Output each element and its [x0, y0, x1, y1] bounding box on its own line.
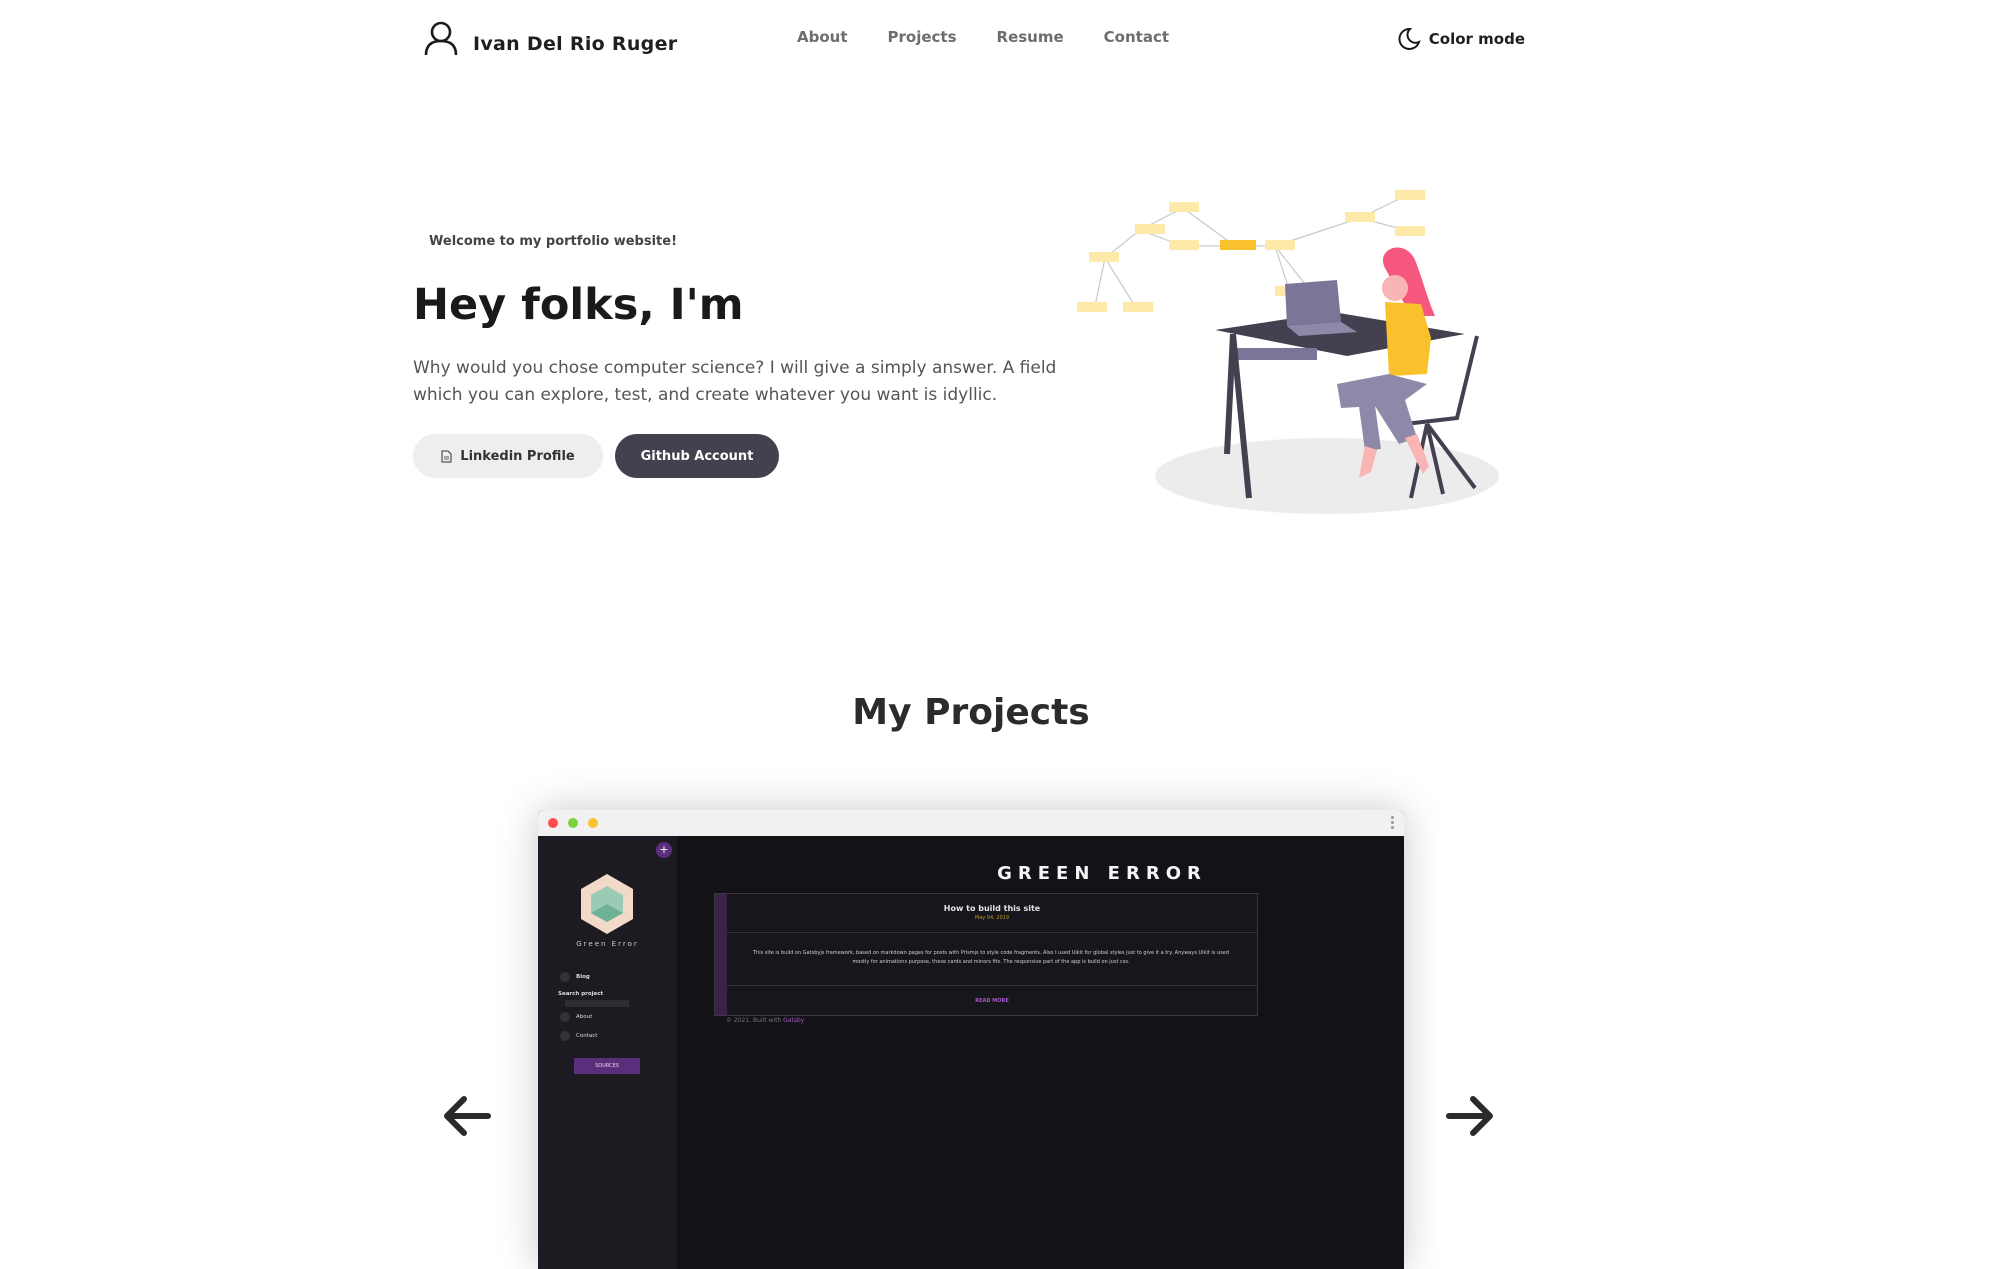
- screenshot-brand: Green Error: [576, 940, 639, 948]
- linkedin-profile-button[interactable]: Linkedin Profile: [413, 434, 603, 478]
- github-account-button[interactable]: Github Account: [615, 434, 779, 478]
- linkedin-label: Linkedin Profile: [460, 448, 575, 464]
- post-body: This site is build on Gatsbyjs framework…: [752, 950, 1230, 965]
- moon-icon: [1398, 27, 1421, 50]
- mindmap-notes: [1077, 190, 1425, 312]
- post-date: May 04, 2019: [974, 915, 1010, 921]
- nav-projects[interactable]: Projects: [888, 28, 957, 46]
- project-screenshot[interactable]: + Green Error Blog Search project About …: [538, 810, 1404, 1269]
- screenshot-sidebar: + Green Error Blog Search project About …: [538, 836, 677, 1269]
- minimize-dot: [568, 818, 578, 828]
- color-mode-label: Color mode: [1428, 30, 1525, 48]
- hexagon-logo-icon: [581, 874, 633, 934]
- screenshot-sidebar-about: About: [560, 1012, 592, 1022]
- post-title: How to build this site: [943, 904, 1041, 913]
- hero-illustration: [1077, 190, 1499, 514]
- screenshot-sidebar-blog: Blog: [560, 972, 590, 982]
- browser-titlebar: [538, 810, 1404, 837]
- screenshot-site-title: GREEN ERROR: [997, 863, 1207, 884]
- welcome-text: Welcome to my portfolio website!: [429, 234, 677, 249]
- main-nav: About Projects Resume Contact: [797, 28, 1209, 46]
- arrow-left-icon[interactable]: [440, 1090, 492, 1142]
- nav-about[interactable]: About: [797, 28, 848, 46]
- projects-title: My Projects: [852, 692, 1090, 733]
- plus-icon: +: [656, 842, 672, 858]
- arrow-right-icon[interactable]: [1445, 1090, 1497, 1142]
- brand[interactable]: Ivan Del Rio Ruger: [423, 20, 677, 56]
- hero-title: Hey folks, I'm: [413, 280, 744, 330]
- screenshot-sidebar-contact: Contact: [560, 1031, 597, 1041]
- color-mode-toggle[interactable]: Color mode: [1396, 26, 1525, 52]
- screenshot-sources-button: SOURCES: [574, 1058, 640, 1074]
- highlight-note: [1220, 240, 1256, 250]
- screenshot-post-card: How to build this site May 04, 2019 This…: [714, 893, 1258, 1016]
- user-icon: [424, 21, 458, 56]
- more-icon: [1391, 816, 1394, 831]
- post-read-more: READ MORE: [975, 998, 1009, 1004]
- github-label: Github Account: [640, 448, 754, 464]
- close-dot: [548, 818, 558, 828]
- laptop: [1285, 280, 1357, 336]
- document-icon: [441, 450, 452, 462]
- maximize-dot: [588, 818, 598, 828]
- screenshot-footer: © 2021, Built with Gatsby: [726, 1017, 805, 1024]
- screenshot-search-label: Search project: [558, 991, 604, 997]
- hero-description: Why would you chose computer science? I …: [413, 358, 1057, 405]
- nav-contact[interactable]: Contact: [1104, 28, 1169, 46]
- nav-resume[interactable]: Resume: [997, 28, 1064, 46]
- screenshot-main: GREEN ERROR How to build this site May 0…: [677, 836, 1404, 1269]
- brand-name: Ivan Del Rio Ruger: [473, 33, 678, 55]
- screenshot-search-input: [565, 1000, 629, 1007]
